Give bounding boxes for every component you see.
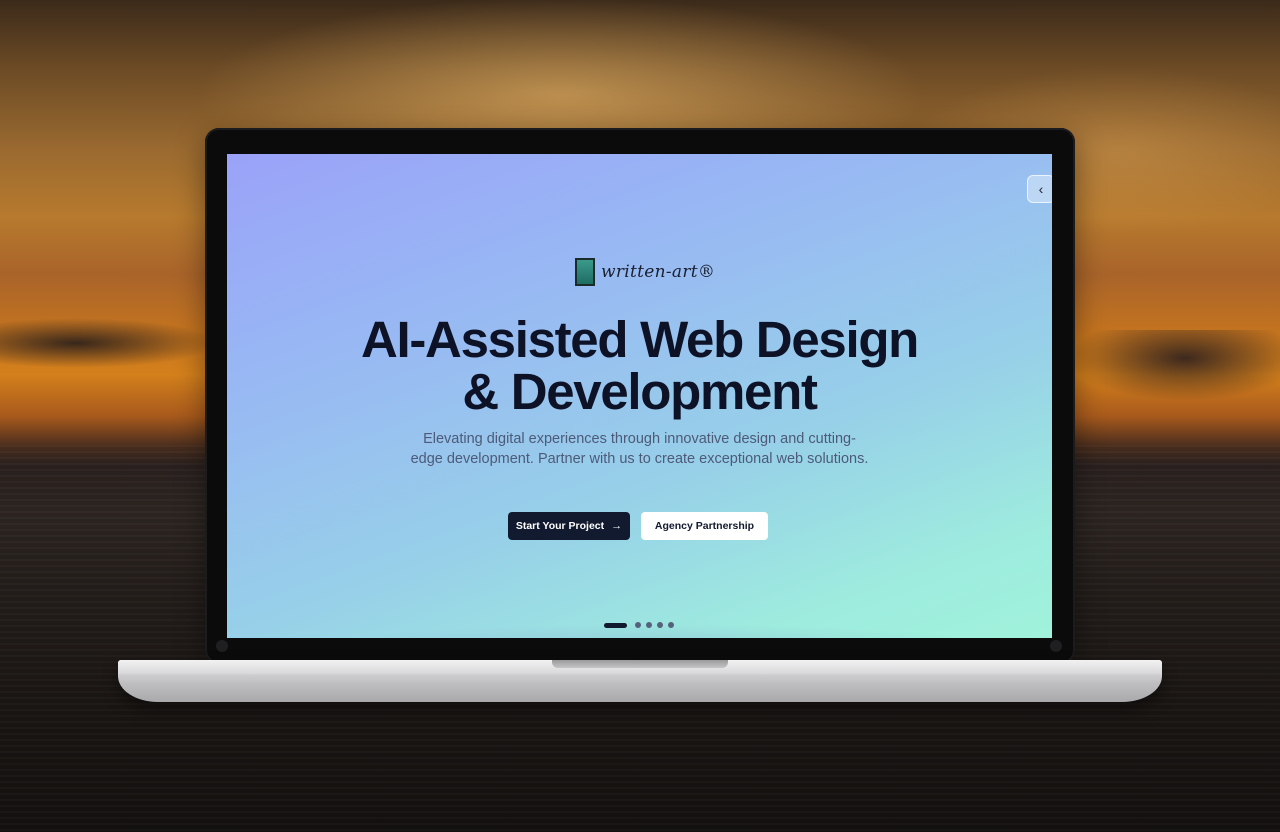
brand-logo[interactable]: written-art® [575, 256, 715, 288]
laptop-screen: ‹ written-art® AI-Assisted Web Design & D… [227, 154, 1052, 638]
hero-subtitle: Elevating digital experiences through in… [410, 431, 869, 467]
cloud-left [0, 318, 220, 368]
start-project-button[interactable]: Start Your Project → [508, 512, 630, 540]
brand-name: written-art® [601, 262, 716, 282]
laptop-base [118, 660, 1162, 702]
hero-title: AI-Assisted Web Design & Development [227, 314, 1052, 418]
chevron-left-icon: ‹ [1038, 181, 1044, 197]
lid-bumper-right [1050, 640, 1062, 652]
pager-dot-5[interactable] [668, 622, 674, 628]
pager-dot-1[interactable] [604, 622, 627, 628]
hero-title-line-1: AI-Assisted Web Design [360, 311, 919, 368]
start-project-label: Start Your Project [515, 520, 605, 532]
background-scene: ‹ written-art® AI-Assisted Web Design & D… [0, 0, 1280, 832]
lid-bumper-left [216, 640, 228, 652]
pager-dot-4[interactable] [657, 622, 663, 628]
hero-title-line-2: & Development [462, 363, 818, 420]
pager-dot-3[interactable] [646, 622, 652, 628]
cloud-right [1070, 330, 1280, 400]
pager-dot-2[interactable] [635, 622, 641, 628]
notebook-icon [575, 258, 595, 286]
agency-partnership-button[interactable]: Agency Partnership [641, 512, 768, 540]
arrow-right-icon: → [611, 520, 623, 532]
collapse-panel-button[interactable]: ‹ [1027, 175, 1052, 203]
slide-pager [604, 622, 674, 628]
agency-partnership-label: Agency Partnership [654, 520, 755, 532]
laptop-hinge-notch [552, 660, 728, 668]
cta-row: Start Your Project → Agency Partnership [508, 512, 768, 540]
